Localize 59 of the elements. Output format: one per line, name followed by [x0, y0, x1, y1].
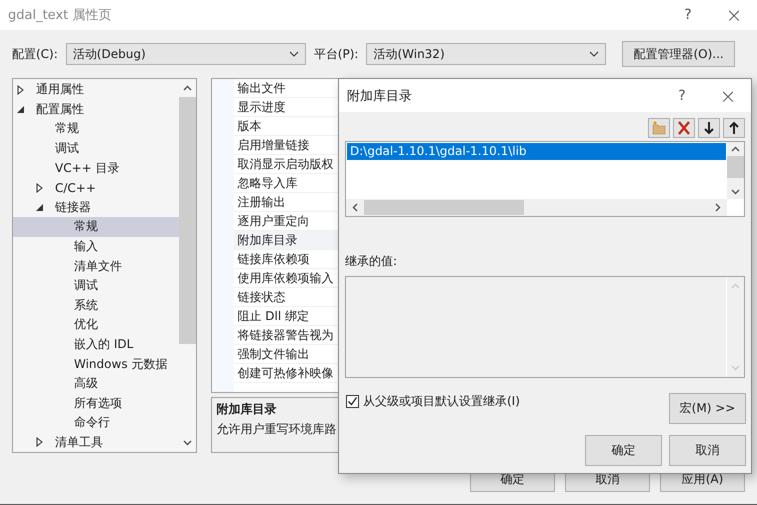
tree-item[interactable]: 所有选项 — [13, 394, 180, 414]
checkbox[interactable] — [346, 395, 359, 408]
tree-item[interactable]: 常规 — [13, 119, 180, 139]
help-button[interactable]: ? — [665, 7, 711, 23]
description-text: 允许用户重写环境库路 — [216, 421, 336, 438]
tree-item[interactable]: 优化 — [13, 315, 180, 335]
chevron-down-icon — [589, 51, 600, 57]
close-button[interactable]: × — [711, 3, 757, 27]
inherited-label: 继承的值: — [345, 253, 398, 270]
dialog-title: 附加库目录 — [347, 88, 413, 104]
scroll-down-icon[interactable] — [183, 440, 192, 446]
scroll-down-icon[interactable] — [731, 189, 740, 195]
horizontal-scrollbar[interactable] — [346, 199, 727, 216]
description-title: 附加库目录 — [216, 401, 276, 418]
config-dropdown[interactable]: 活动(Debug) — [66, 43, 306, 65]
scroll-right-icon[interactable] — [715, 203, 721, 212]
move-down-icon[interactable] — [698, 118, 720, 138]
tree-item[interactable]: 系统 — [13, 296, 180, 316]
checkbox-label[interactable]: 从父级或项目默认设置继承(I) — [363, 393, 520, 410]
scroll-up-icon[interactable] — [183, 85, 192, 91]
help-button[interactable]: ? — [659, 88, 705, 104]
close-button[interactable]: × — [705, 84, 751, 108]
move-up-icon[interactable] — [723, 118, 745, 138]
expand-arrow-icon[interactable] — [36, 182, 43, 193]
scroll-down-icon — [731, 365, 740, 371]
tree-item[interactable]: 链接器 — [13, 198, 180, 218]
collapse-arrow-icon[interactable] — [17, 106, 24, 113]
tree-item[interactable]: 调试 — [13, 138, 180, 158]
tree-item[interactable]: C/C++ — [13, 178, 180, 198]
tree-item[interactable]: 清单工具 — [13, 432, 180, 452]
config-manager-button[interactable]: 配置管理器(O)... — [622, 41, 735, 67]
tree-item[interactable]: 嵌入的 IDL — [13, 334, 180, 354]
tree-item[interactable]: 常规 — [13, 217, 180, 237]
scroll-up-icon[interactable] — [731, 146, 740, 152]
list-item[interactable]: D:\gdal-1.10.1\gdal-1.10.1\lib — [347, 143, 726, 160]
window-title: gdal_text 属性页 — [8, 7, 112, 24]
tree-item[interactable]: 调试 — [13, 276, 180, 296]
tree-item[interactable]: 命令行 — [13, 413, 180, 433]
config-label: 配置(C): — [12, 46, 58, 62]
delete-icon[interactable] — [673, 118, 695, 138]
scroll-left-icon[interactable] — [352, 203, 358, 212]
tree-item[interactable]: Windows 元数据 — [13, 354, 180, 374]
dialog-button[interactable]: 确定 — [585, 435, 662, 466]
scroll-up-icon — [731, 283, 740, 289]
expand-arrow-icon[interactable] — [36, 437, 43, 448]
tree-item[interactable]: 通用属性 — [13, 80, 180, 100]
tree-item[interactable]: 配置属性 — [13, 100, 180, 120]
dialog-button[interactable]: 取消 — [669, 435, 746, 466]
tree-item[interactable]: 高级 — [13, 374, 180, 394]
macro-button[interactable]: 宏(M) >> — [669, 393, 746, 424]
tree-item[interactable]: 输入 — [13, 236, 180, 256]
tree-item[interactable]: VC++ 目录 — [13, 158, 180, 178]
expand-arrow-icon[interactable] — [17, 84, 24, 95]
platform-label: 平台(P): — [314, 46, 358, 62]
tree-item[interactable]: 清单文件 — [13, 256, 180, 276]
collapse-arrow-icon[interactable] — [36, 204, 43, 211]
scrollbar[interactable] — [727, 142, 744, 199]
chevron-down-icon — [288, 51, 299, 57]
platform-dropdown[interactable]: 活动(Win32) — [366, 43, 606, 65]
